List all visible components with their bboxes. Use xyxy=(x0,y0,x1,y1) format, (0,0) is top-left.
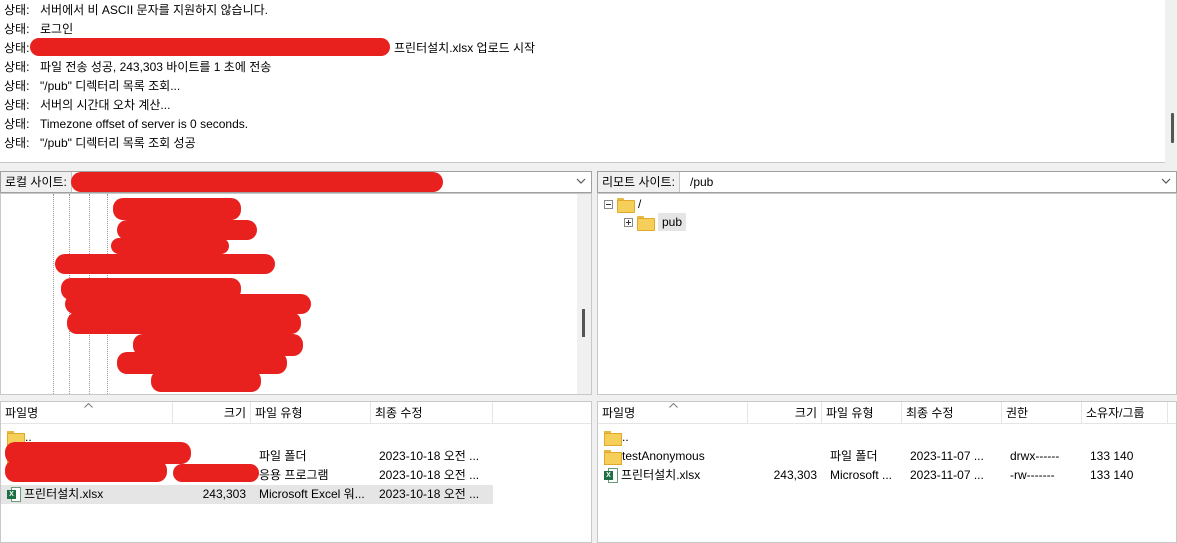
column-header-owner[interactable]: 소유자/그룹 xyxy=(1082,402,1168,424)
local-list-header: 파일명 크기 파일 유형 최종 수정 xyxy=(1,402,591,424)
folder-icon xyxy=(604,450,622,466)
list-item[interactable]: X 프린터설치.xlsx 243,303 Microsoft ... 2023-1… xyxy=(598,466,1176,485)
log-line: 상태: 서버의 시간대 오차 계산... xyxy=(4,98,171,112)
scroll-thumb[interactable] xyxy=(582,309,585,337)
sort-ascending-icon xyxy=(669,403,678,408)
redaction-mark xyxy=(30,38,390,56)
tree-node-root[interactable]: / xyxy=(604,195,641,213)
local-tree-scrollbar[interactable] xyxy=(577,194,591,394)
sort-ascending-icon xyxy=(84,403,93,408)
redaction-mark xyxy=(151,370,261,392)
column-header-type[interactable]: 파일 유형 xyxy=(251,402,371,424)
log-line: 상태: 서버에서 비 ASCII 문자를 지원하지 않습니다. xyxy=(4,3,268,17)
column-header-type[interactable]: 파일 유형 xyxy=(822,402,902,424)
column-header-modified[interactable]: 최종 수정 xyxy=(902,402,1002,424)
log-line: 상태: Timezone offset of server is 0 second… xyxy=(4,117,249,131)
redaction-mark xyxy=(65,294,311,314)
remote-directory-tree[interactable]: / pub xyxy=(597,193,1177,395)
local-site-label: 로컬 사이트: xyxy=(1,172,72,192)
tree-guide xyxy=(53,194,54,394)
folder-icon xyxy=(617,197,635,213)
redaction-mark xyxy=(67,312,301,334)
column-header-size[interactable]: 크기 xyxy=(173,402,251,424)
log-scroll-thumb[interactable] xyxy=(1171,113,1174,143)
folder-icon xyxy=(604,431,622,447)
log-line: 상태: 파일 전송 성공, 243,303 바이트를 1 초에 전송 xyxy=(4,60,272,74)
remote-site-bar: 리모트 사이트: /pub xyxy=(597,171,1177,193)
log-line: 상태: "/pub" 디렉터리 목록 조회... xyxy=(4,79,181,93)
redaction-mark xyxy=(71,172,443,192)
folder-icon xyxy=(637,215,655,231)
redaction-mark xyxy=(113,198,241,220)
remote-file-list[interactable]: 파일명 크기 파일 유형 최종 수정 권한 소유자/그룹 .. testAnon… xyxy=(597,401,1177,543)
expand-icon[interactable] xyxy=(624,217,633,227)
remote-site-label: 리모트 사이트: xyxy=(598,172,680,192)
local-site-bar: 로컬 사이트: xyxy=(0,171,592,193)
list-item[interactable]: .. xyxy=(598,428,1176,447)
chevron-down-icon[interactable] xyxy=(575,175,587,187)
local-file-list[interactable]: 파일명 크기 파일 유형 최종 수정 .. 파일 폴더 2023-10-18 오… xyxy=(0,401,592,543)
tree-node-pub[interactable]: pub xyxy=(624,213,687,231)
log-scrollbar[interactable] xyxy=(1165,0,1177,163)
redaction-mark xyxy=(55,254,275,274)
list-item-selected[interactable]: X 프린터설치.xlsx 243,303 Microsoft Excel 워...… xyxy=(1,485,493,504)
log-line: 상태: 로그인 xyxy=(4,22,74,36)
column-header-permissions[interactable]: 권한 xyxy=(1002,402,1082,424)
excel-file-icon: X xyxy=(604,468,618,484)
remote-site-path-input[interactable]: /pub xyxy=(686,172,713,192)
redaction-mark xyxy=(111,238,229,254)
remote-list-header: 파일명 크기 파일 유형 최종 수정 권한 소유자/그룹 xyxy=(598,402,1176,424)
message-log[interactable]: 상태: 서버에서 비 ASCII 문자를 지원하지 않습니다. 상태: 로그인 상태… xyxy=(0,0,1177,163)
redaction-mark xyxy=(117,220,257,240)
log-line: 상태: "/pub" 디렉터리 목록 조회 성공 xyxy=(4,136,196,150)
local-directory-tree[interactable] xyxy=(0,193,592,395)
chevron-down-icon[interactable] xyxy=(1160,175,1172,187)
excel-file-icon: X xyxy=(7,487,21,503)
column-header-size[interactable]: 크기 xyxy=(748,402,822,424)
list-item[interactable]: testAnonymous 파일 폴더 2023-11-07 ... drwx-… xyxy=(598,447,1176,466)
redaction-mark xyxy=(173,464,259,482)
redaction-mark xyxy=(5,460,167,482)
column-header-modified[interactable]: 최종 수정 xyxy=(371,402,493,424)
collapse-icon[interactable] xyxy=(604,199,613,209)
